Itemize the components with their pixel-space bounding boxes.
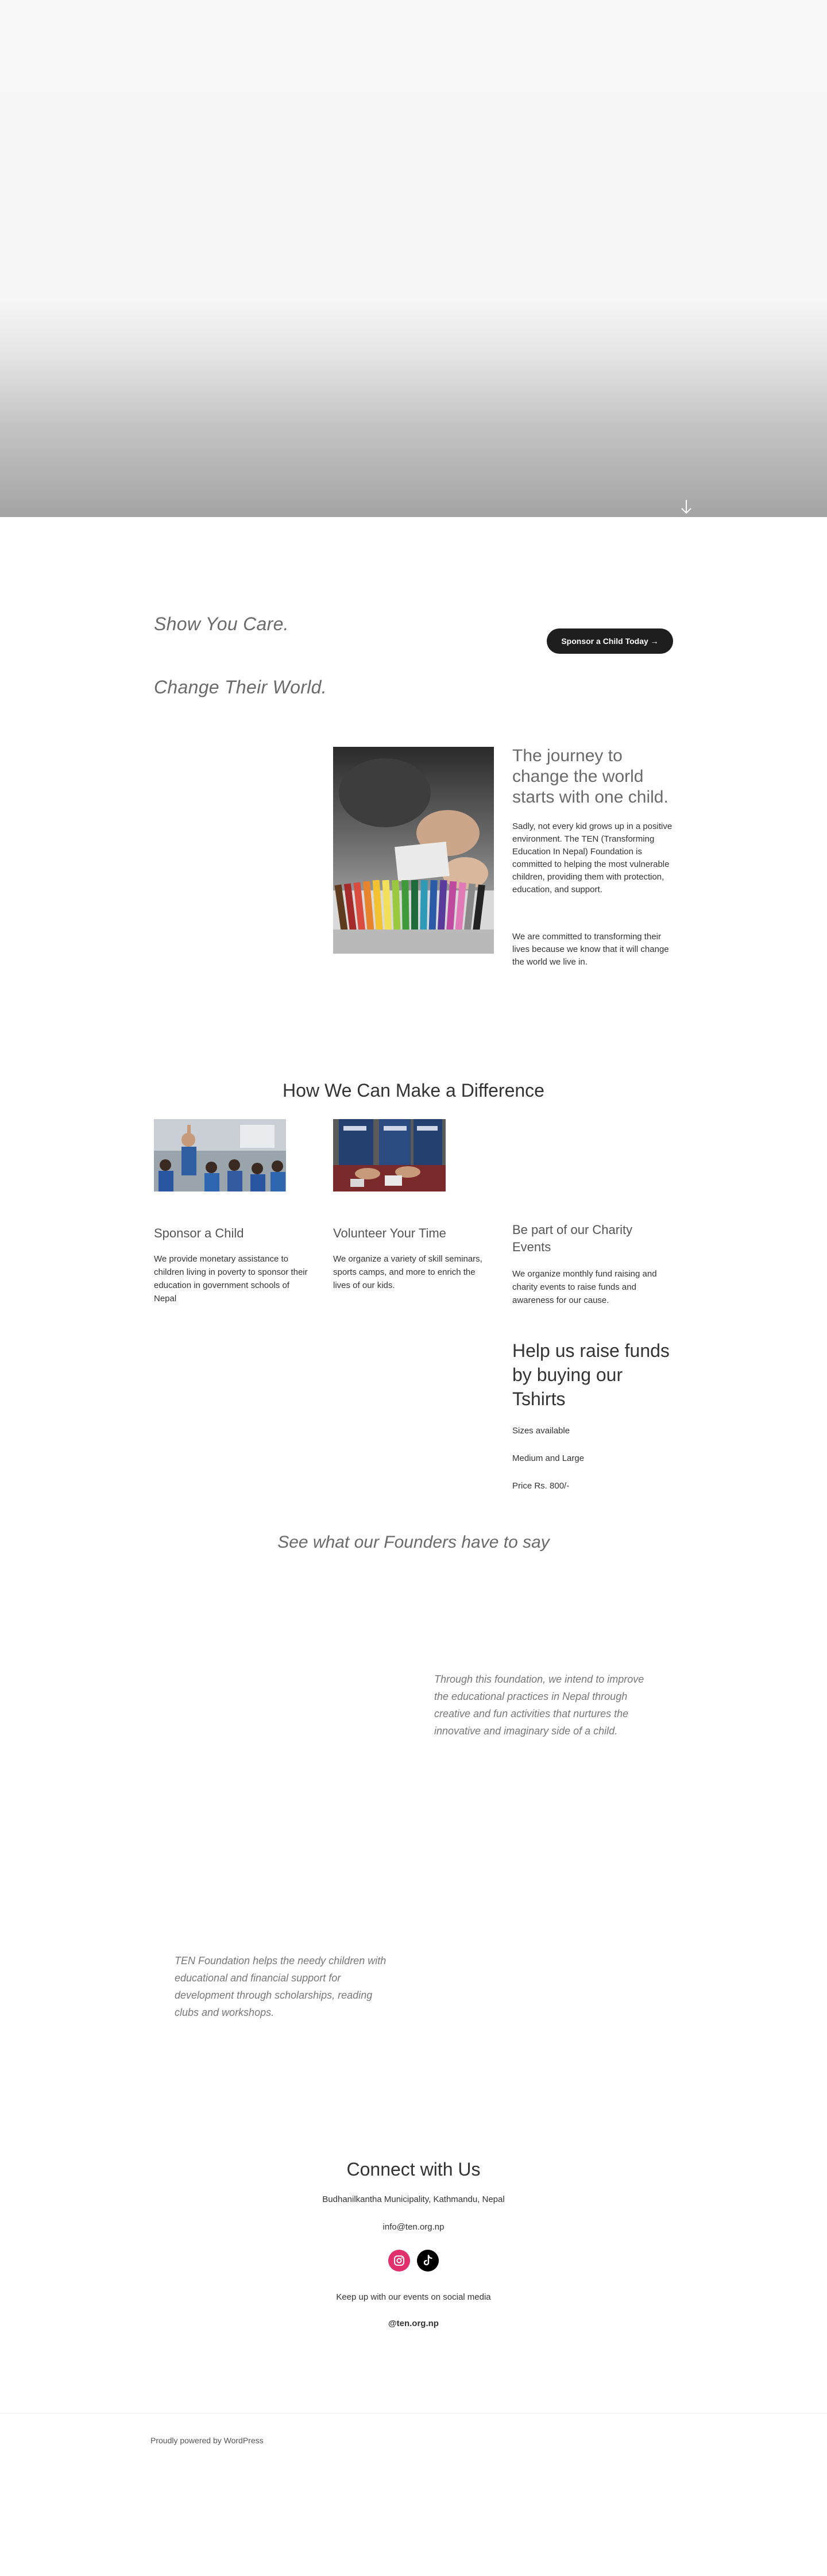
arrow-down-icon[interactable]	[680, 499, 693, 515]
tiktok-icon[interactable]	[417, 2250, 439, 2272]
card-title-sponsor: Sponsor a Child	[154, 1226, 244, 1240]
instagram-icon[interactable]	[388, 2250, 410, 2272]
tshirt-price: Price Rs. 800/-	[512, 1481, 570, 1491]
founder-quote-2: TEN Foundation helps the needy children …	[175, 1955, 387, 2018]
card-title-charity: Be part of our Charity Events	[512, 1223, 633, 1254]
social-handle-link[interactable]: @ten.org.np	[0, 2319, 827, 2328]
tshirt-heading: Help us raise funds by buying our Tshirt…	[512, 1340, 670, 1409]
tshirt-sizes-value: Medium and Large	[512, 1453, 585, 1463]
volunteer-image	[333, 1119, 446, 1191]
card-text-volunteer: We organize a variety of skill seminars,…	[333, 1254, 482, 1290]
tagline-show-you-care: Show You Care.	[154, 614, 289, 634]
address-text: Budhanilkantha Municipality, Kathmandu, …	[322, 2195, 505, 2204]
journey-paragraph-2: We are committed to transforming their l…	[512, 932, 669, 967]
powered-by-link[interactable]: Proudly powered by WordPress	[150, 2436, 264, 2445]
founders-heading: See what our Founders have to say	[277, 1533, 550, 1552]
sponsor-child-image	[154, 1119, 286, 1191]
sponsor-child-button[interactable]: Sponsor a Child Today →	[547, 628, 673, 654]
card-text-sponsor: We provide monetary assistance to childr…	[154, 1254, 308, 1304]
hero-banner	[0, 0, 827, 517]
journey-paragraph-1: Sadly, not every kid grows up in a posit…	[512, 822, 673, 894]
card-title-volunteer: Volunteer Your Time	[333, 1226, 446, 1240]
child-coloring-image	[333, 747, 494, 954]
email-link[interactable]: info@ten.org.np	[0, 2222, 827, 2232]
social-prompt-text: Keep up with our events on social media	[336, 2292, 491, 2302]
difference-heading: How We Can Make a Difference	[283, 1080, 544, 1101]
journey-heading: The journey to change the world starts w…	[512, 746, 668, 807]
tshirt-sizes-label: Sizes available	[512, 1426, 570, 1436]
tagline-change-their-world: Change Their World.	[154, 677, 327, 697]
card-text-charity: We organize monthly fund raising and cha…	[512, 1269, 657, 1305]
founder-quote-1: Through this foundation, we intend to im…	[434, 1673, 644, 1737]
connect-heading: Connect with Us	[346, 2159, 481, 2180]
